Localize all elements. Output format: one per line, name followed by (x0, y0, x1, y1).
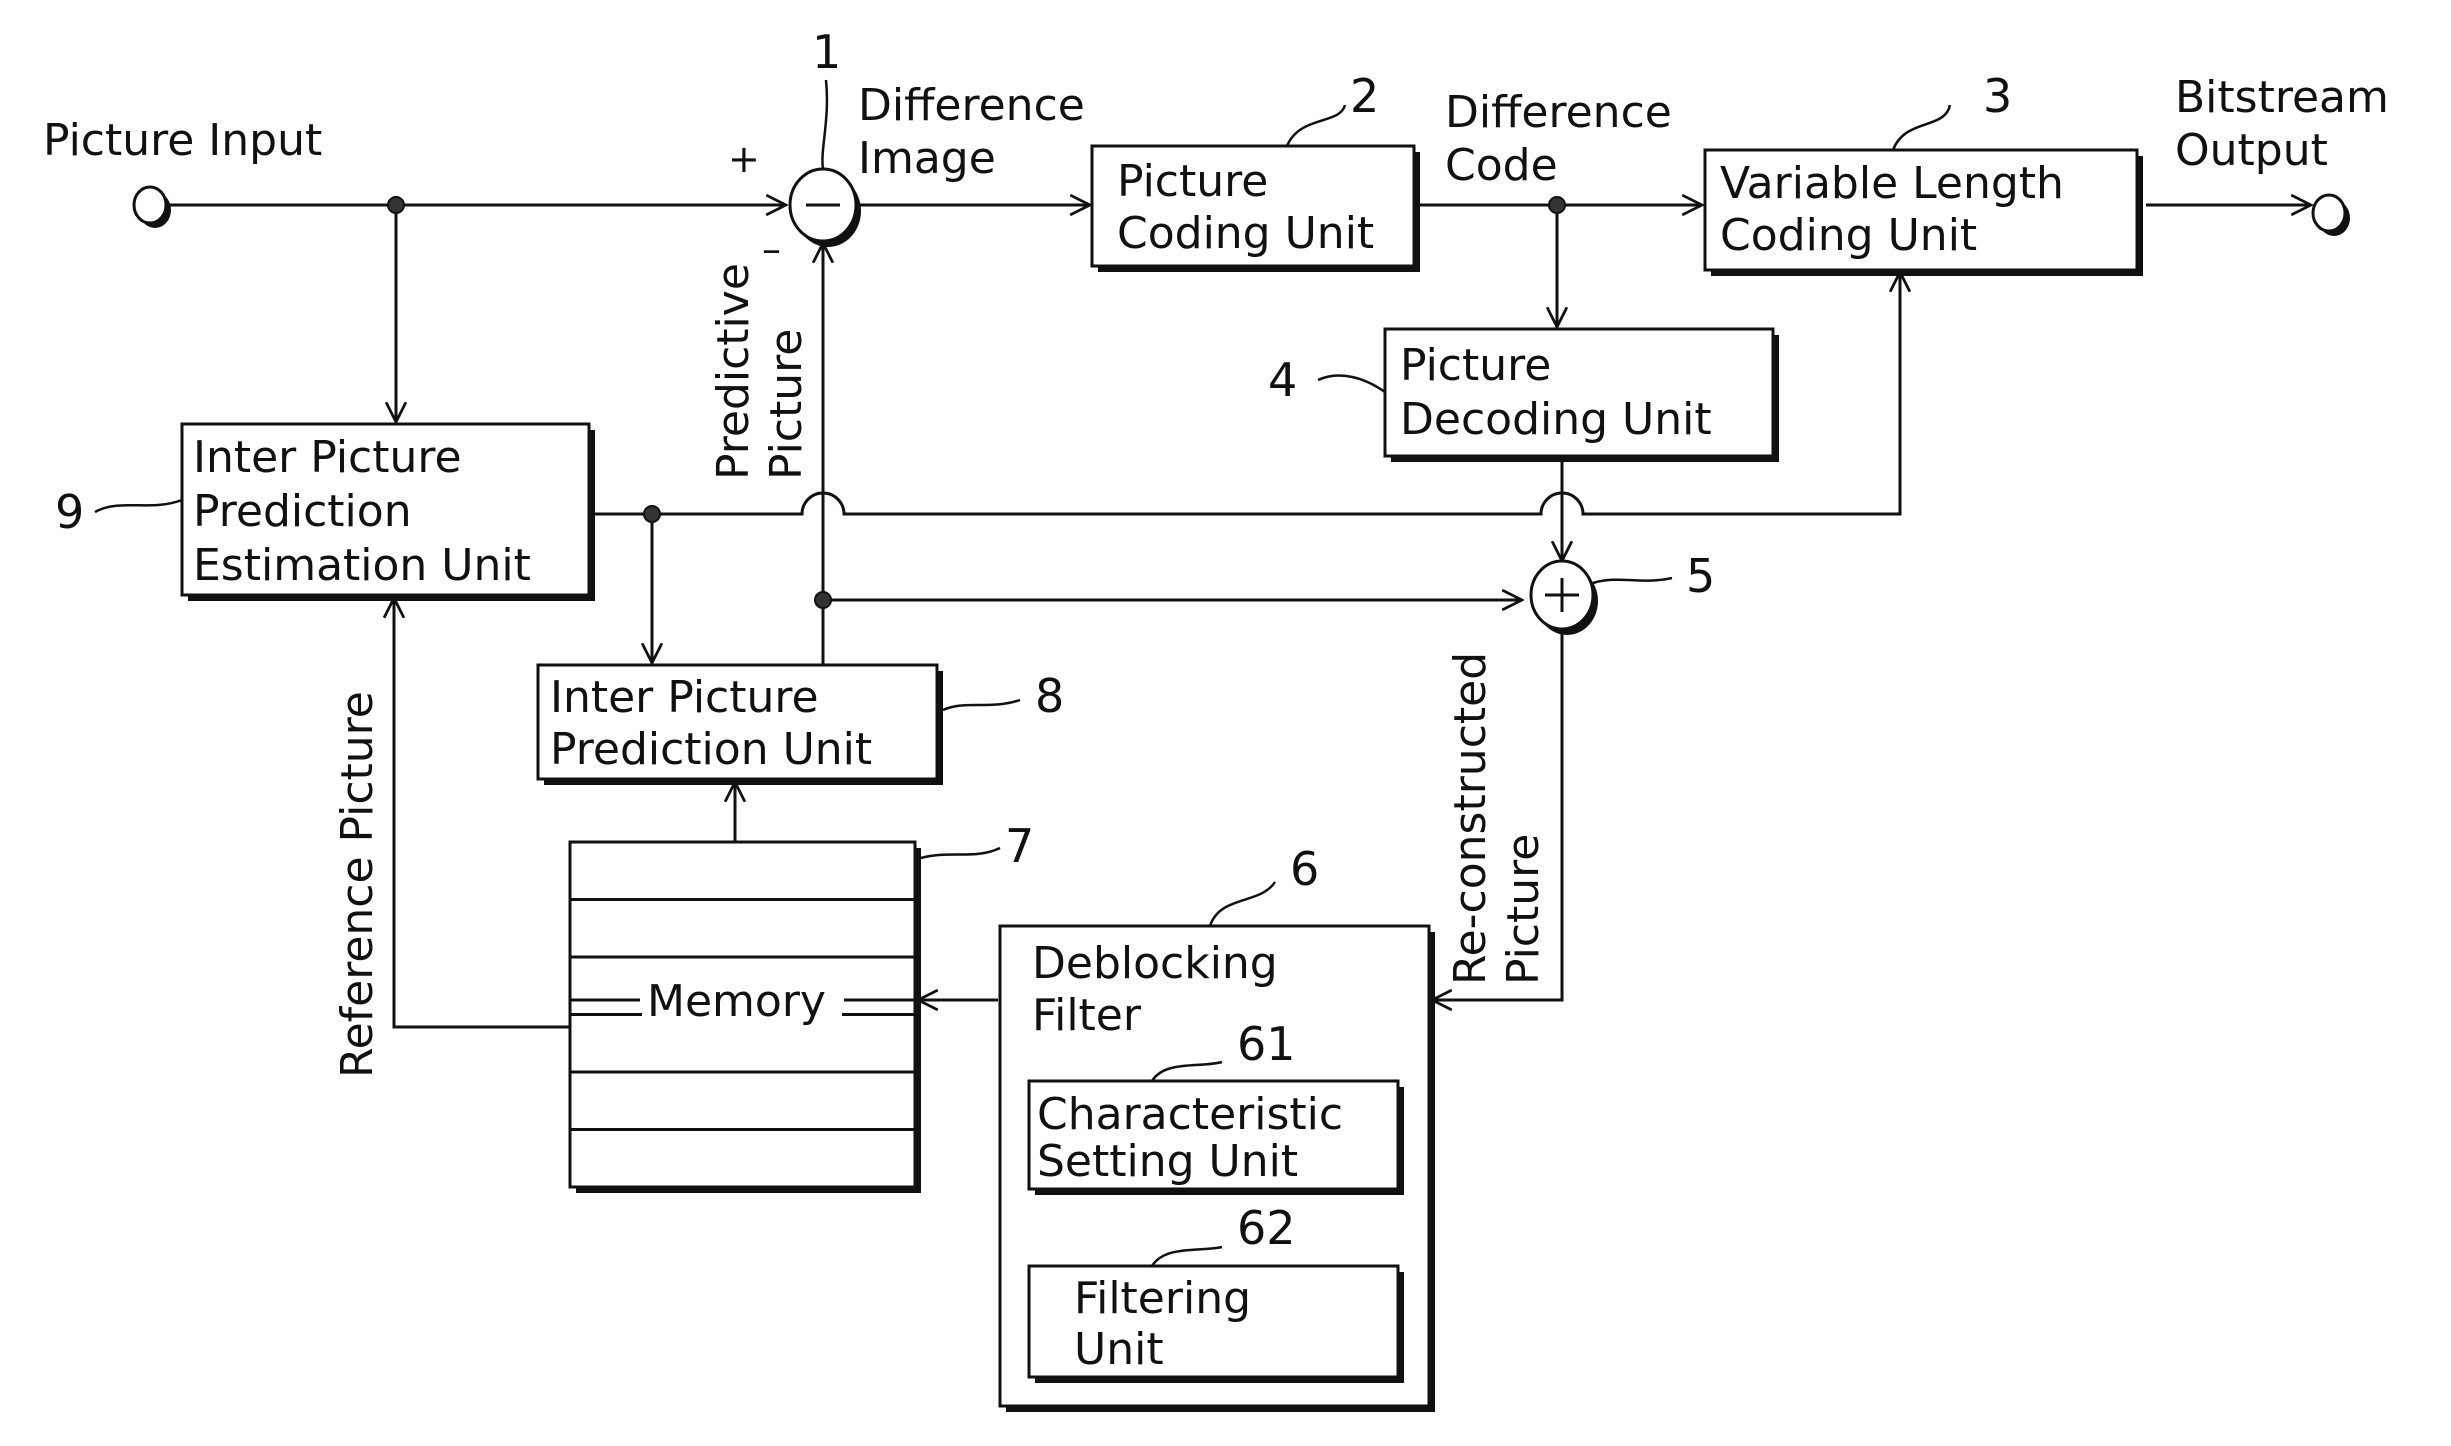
deblocking-filter-block: Deblocking Filter Characteristic Setting… (998, 924, 1435, 1412)
picture-decoding-unit-block: Picture Decoding Unit (1383, 327, 1779, 462)
ref-number-61: 61 (1237, 1017, 1296, 1071)
ref-leader-3 (1891, 104, 1952, 151)
characteristic-setting-unit-label-line1: Characteristic (1037, 1089, 1343, 1140)
ref-leader-5 (1592, 576, 1673, 585)
estimation-unit-label-line2: Prediction (193, 486, 412, 537)
reconstructed-picture-label-line2: Picture (1498, 834, 1549, 985)
signal-wires (166, 205, 2311, 1029)
estimation-unit-label-line3: Estimation Unit (193, 540, 531, 591)
ref-leader-7 (920, 846, 1001, 860)
characteristic-setting-unit-label-line2: Setting Unit (1037, 1136, 1298, 1187)
reconstructed-picture-label-line1: Re-constructed (1445, 652, 1496, 985)
ref-leader-6 (1208, 881, 1277, 927)
picture-decoding-unit-label-line1: Picture (1400, 340, 1551, 391)
inter-picture-prediction-unit-block: Inter Picture Prediction Unit (536, 663, 943, 785)
video-encoder-block-diagram: Picture Input Bitstream Output + – 1 Dif… (43, 25, 2389, 1412)
ref-number-3: 3 (1983, 69, 2012, 123)
subtractor (788, 167, 861, 247)
ref-number-6: 6 (1290, 842, 1319, 896)
ref-leader-8 (942, 698, 1021, 712)
filtering-unit-label-line2: Unit (1074, 1324, 1164, 1375)
bitstream-output-label-line1: Bitstream (2175, 72, 2389, 123)
ref-number-8: 8 (1035, 669, 1064, 723)
deblocking-filter-label-line2: Filter (1032, 990, 1142, 1041)
junction-predictive-picture (814, 591, 832, 609)
picture-coding-unit-block: Picture Coding Unit (1090, 144, 1420, 272)
ref-number-2: 2 (1350, 69, 1379, 123)
variable-length-coding-unit-block: Variable Length Coding Unit (1703, 148, 2143, 276)
junction-difference-code (1548, 196, 1566, 214)
estimation-unit-label-line1: Inter Picture (193, 432, 462, 483)
ref-leader-4 (1317, 374, 1386, 394)
ref-number-4: 4 (1268, 353, 1297, 407)
plus-input-sign: + (728, 137, 760, 181)
ref-leader-2 (1285, 104, 1347, 147)
picture-coding-unit-label-line1: Picture (1117, 156, 1268, 207)
deblocking-filter-label-line1: Deblocking (1032, 938, 1278, 989)
predictive-picture-label-line1: Predictive (708, 263, 759, 480)
characteristic-setting-unit-block: Characteristic Setting Unit (1027, 1079, 1404, 1195)
picture-coding-unit-label-line2: Coding Unit (1117, 208, 1374, 259)
memory-block: Memory (568, 840, 921, 1193)
difference-image-label-line1: Difference (858, 80, 1085, 131)
ref-number-5: 5 (1686, 549, 1715, 603)
ref-number-9: 9 (55, 485, 84, 539)
minus-input-sign: – (762, 227, 781, 271)
input-terminal-icon (132, 185, 171, 228)
difference-code-label-line1: Difference (1445, 87, 1672, 138)
bitstream-output-label-line2: Output (2175, 125, 2328, 176)
ref-number-62: 62 (1237, 1201, 1296, 1255)
ref-number-7: 7 (1005, 819, 1034, 873)
ref-leader-1 (821, 79, 829, 170)
junction-input (387, 196, 405, 214)
adder (1529, 559, 1598, 635)
reference-picture-label: Reference Picture (332, 691, 383, 1078)
inter-picture-prediction-estimation-unit-block: Inter Picture Prediction Estimation Unit (180, 422, 595, 601)
vlc-unit-label-line1: Variable Length (1720, 158, 2064, 209)
picture-decoding-unit-label-line2: Decoding Unit (1400, 394, 1712, 445)
prediction-unit-label-line1: Inter Picture (550, 672, 819, 723)
prediction-unit-label-line2: Prediction Unit (550, 724, 872, 775)
difference-code-label-line2: Code (1445, 140, 1558, 191)
ref-leader-9 (94, 498, 183, 514)
output-terminal-icon (2311, 193, 2350, 236)
memory-label: Memory (647, 976, 826, 1027)
difference-image-label-line2: Image (858, 133, 996, 184)
vlc-unit-label-line2: Coding Unit (1720, 210, 1977, 261)
predictive-picture-label-line2: Picture (761, 329, 812, 480)
ref-number-1: 1 (812, 25, 841, 79)
picture-input-label: Picture Input (43, 115, 322, 166)
filtering-unit-block: Filtering Unit (1027, 1264, 1404, 1383)
junction-motion-info (643, 505, 661, 523)
wire-reference-picture (394, 598, 570, 1029)
filtering-unit-label-line1: Filtering (1074, 1273, 1251, 1324)
